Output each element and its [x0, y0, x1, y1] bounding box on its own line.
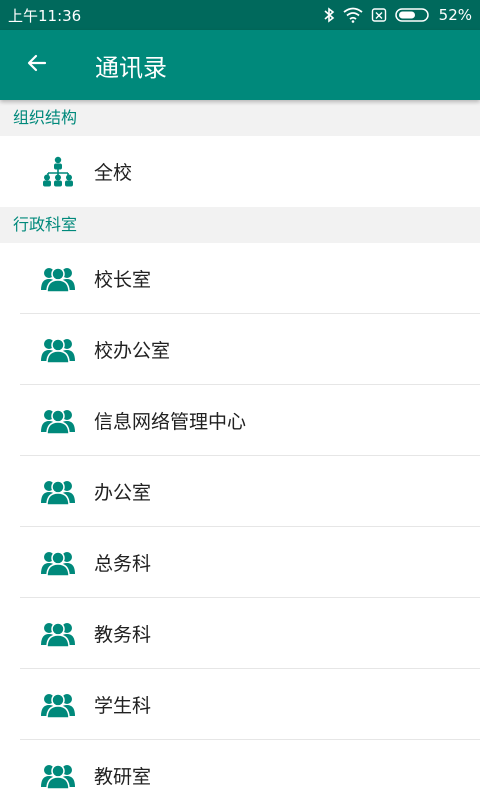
group-icon — [38, 685, 78, 725]
list-item-label: 办公室 — [94, 482, 152, 504]
status-time: 上午11:36 — [8, 6, 82, 25]
section-header-admin: 行政科室 — [0, 207, 480, 243]
list-item[interactable]: 教研室 — [0, 740, 480, 811]
group-icon — [38, 259, 78, 299]
list-item[interactable]: 信息网络管理中心 — [0, 385, 480, 456]
app-bar: 通讯录 — [0, 30, 480, 100]
battery-level: 52% — [438, 6, 472, 24]
list-item-label: 全校 — [94, 162, 133, 184]
list-item-label: 总务科 — [94, 553, 152, 575]
bluetooth-icon — [323, 7, 335, 23]
wifi-icon — [343, 7, 363, 23]
arrow-left-icon — [25, 51, 49, 79]
list-item-label: 校办公室 — [94, 340, 171, 362]
group-icon — [38, 472, 78, 512]
list-item-label: 校长室 — [94, 269, 152, 291]
list-item-label: 信息网络管理中心 — [94, 411, 247, 433]
group-icon — [38, 330, 78, 370]
org-chart-icon — [38, 152, 78, 192]
group-icon — [38, 614, 78, 654]
group-icon — [38, 543, 78, 583]
list-item-label: 学生科 — [94, 695, 152, 717]
list-item[interactable]: 总务科 — [0, 527, 480, 598]
section-header-org: 组织结构 — [0, 100, 480, 136]
page-title: 通讯录 — [95, 53, 167, 82]
status-icons: 52% — [323, 6, 472, 24]
battery-icon — [394, 7, 431, 23]
group-icon — [38, 401, 78, 441]
group-icon — [38, 756, 78, 796]
list-item[interactable]: 校办公室 — [0, 314, 480, 385]
list-item-whole-school[interactable]: 全校 — [0, 136, 480, 207]
no-sim-icon — [371, 7, 387, 23]
list-item[interactable]: 校长室 — [0, 243, 480, 314]
list-item[interactable]: 学生科 — [0, 669, 480, 740]
list-item-label: 教务科 — [94, 624, 152, 646]
list-item[interactable]: 教务科 — [0, 598, 480, 669]
contact-list: 组织结构 全校 行政科室 校长室 校办公室 信息网络管理中心 办公室 总务科 教… — [0, 100, 480, 811]
list-item-label: 教研室 — [94, 766, 152, 788]
status-bar: 上午11:36 52% — [0, 0, 480, 30]
back-button[interactable] — [13, 41, 61, 89]
list-item[interactable]: 办公室 — [0, 456, 480, 527]
